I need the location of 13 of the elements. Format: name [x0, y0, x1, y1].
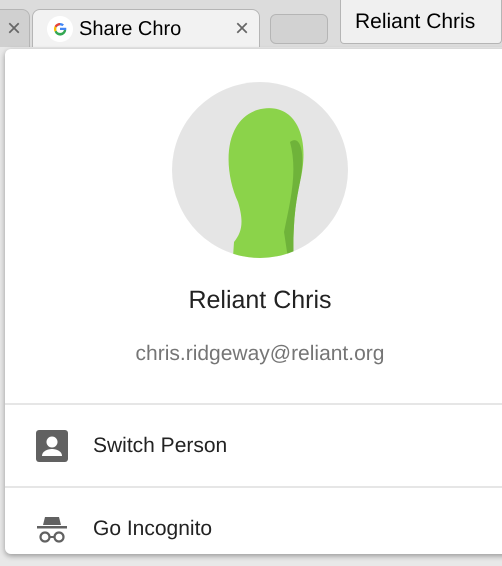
browser-tab[interactable]: ×	[0, 9, 30, 47]
person-icon	[36, 430, 68, 462]
close-icon[interactable]: ×	[7, 16, 22, 40]
profile-button[interactable]: Reliant Chris	[340, 0, 502, 44]
new-tab-button[interactable]	[270, 14, 328, 44]
close-icon[interactable]: ×	[234, 16, 249, 40]
menu-item[interactable]: Switch Person	[5, 403, 502, 486]
google-logo-icon	[47, 16, 73, 42]
menu-item[interactable]: Go Incognito	[5, 486, 502, 566]
tab-title: Share Chro	[79, 16, 182, 42]
profile-name: Reliant Chris	[188, 285, 332, 316]
profile-email: chris.ridgeway@reliant.org	[136, 340, 384, 366]
browser-tab[interactable]: Share Chro ×	[32, 9, 260, 47]
